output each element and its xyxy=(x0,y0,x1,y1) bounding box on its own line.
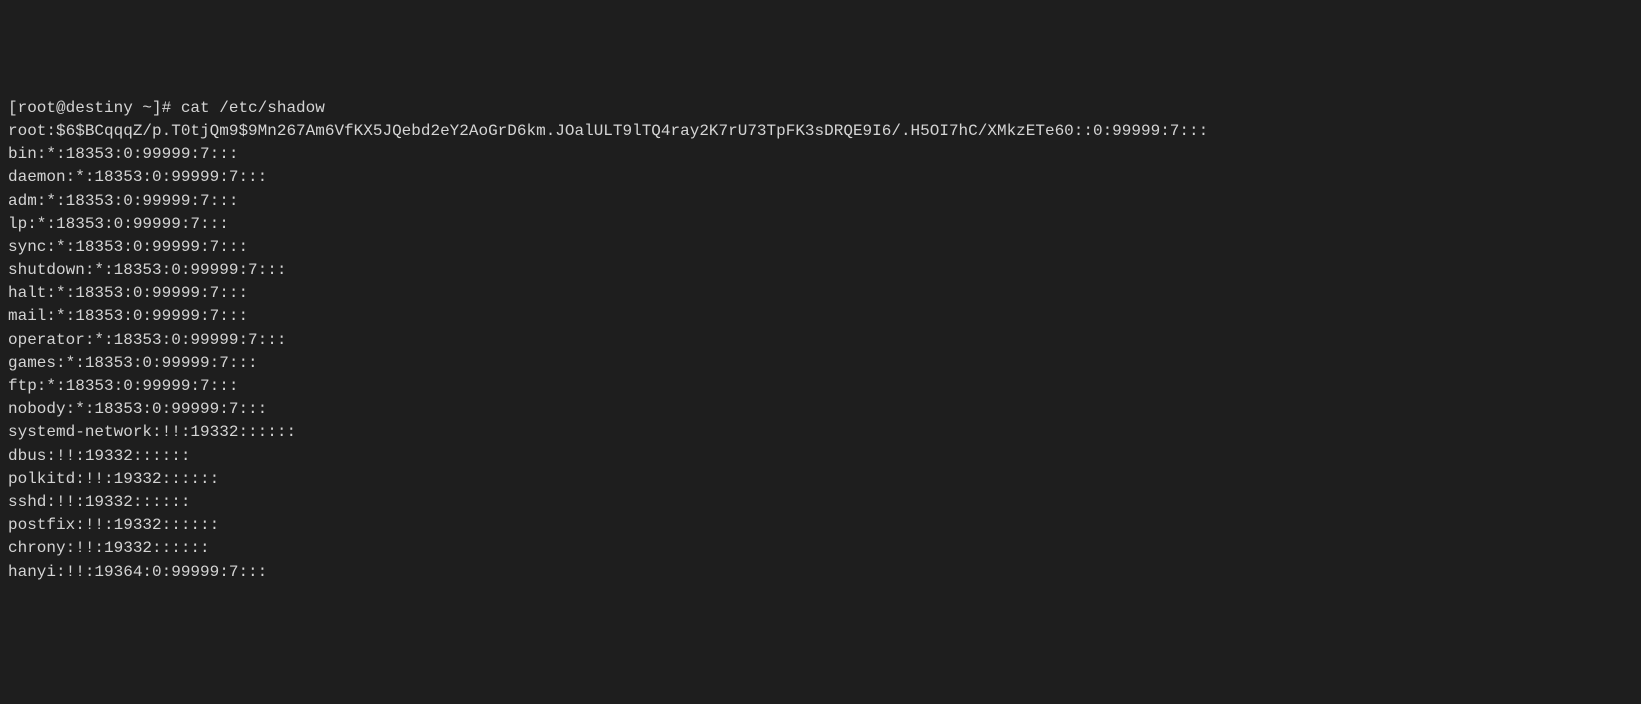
output-line: chrony:!!:19332:::::: xyxy=(8,537,1633,560)
output-line: ftp:*:18353:0:99999:7::: xyxy=(8,375,1633,398)
output-line: sshd:!!:19332:::::: xyxy=(8,491,1633,514)
output-line: halt:*:18353:0:99999:7::: xyxy=(8,282,1633,305)
output-line: polkitd:!!:19332:::::: xyxy=(8,468,1633,491)
output-line: sync:*:18353:0:99999:7::: xyxy=(8,236,1633,259)
output-line: bin:*:18353:0:99999:7::: xyxy=(8,143,1633,166)
output-line: games:*:18353:0:99999:7::: xyxy=(8,352,1633,375)
output-line: postfix:!!:19332:::::: xyxy=(8,514,1633,537)
output-line: operator:*:18353:0:99999:7::: xyxy=(8,329,1633,352)
output-line: root:$6$BCqqqZ/p.T0tjQm9$9Mn267Am6VfKX5J… xyxy=(8,120,1633,143)
output-line: hanyi:!!:19364:0:99999:7::: xyxy=(8,561,1633,584)
terminal-window[interactable]: [root@destiny ~]# cat /etc/shadowroot:$6… xyxy=(8,97,1633,584)
output-line: systemd-network:!!:19332:::::: xyxy=(8,421,1633,444)
output-line: adm:*:18353:0:99999:7::: xyxy=(8,190,1633,213)
command-line: [root@destiny ~]# cat /etc/shadow xyxy=(8,97,1633,120)
shell-prompt: [root@destiny ~]# xyxy=(8,99,181,117)
output-line: dbus:!!:19332:::::: xyxy=(8,445,1633,468)
output-line: nobody:*:18353:0:99999:7::: xyxy=(8,398,1633,421)
command-text: cat /etc/shadow xyxy=(181,99,325,117)
output-line: mail:*:18353:0:99999:7::: xyxy=(8,305,1633,328)
output-line: daemon:*:18353:0:99999:7::: xyxy=(8,166,1633,189)
output-line: lp:*:18353:0:99999:7::: xyxy=(8,213,1633,236)
output-line: shutdown:*:18353:0:99999:7::: xyxy=(8,259,1633,282)
